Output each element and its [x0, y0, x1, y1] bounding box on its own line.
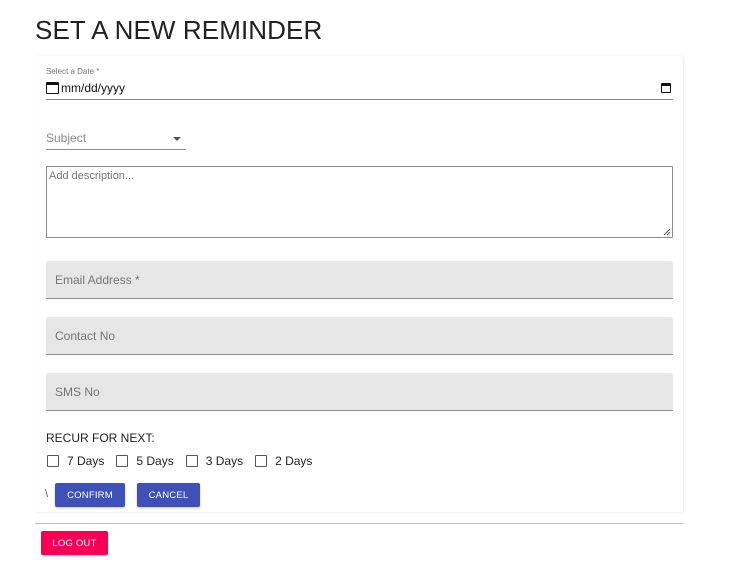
logout-button[interactable]: LOG OUT: [41, 531, 108, 555]
page-title: SET A NEW REMINDER: [35, 15, 323, 45]
dropdown-caret-icon: [173, 137, 181, 141]
checkbox-2-days[interactable]: [255, 455, 268, 467]
sms-field[interactable]: SMS No: [46, 373, 673, 411]
checkbox-label: 5 Days: [136, 454, 174, 468]
recur-options: 7 Days 5 Days 3 Days 2 Days: [47, 454, 324, 468]
recur-label: RECUR FOR NEXT:: [46, 431, 155, 445]
email-field[interactable]: Email Address *: [46, 261, 673, 299]
contact-field[interactable]: Contact No: [46, 317, 673, 355]
recur-option-3-days[interactable]: 3 Days: [185, 454, 244, 468]
subject-label: Subject: [46, 131, 87, 145]
confirm-button[interactable]: CONFIRM: [55, 483, 125, 507]
subject-select[interactable]: Subject: [46, 128, 186, 150]
email-label: Email Address *: [55, 273, 140, 287]
date-input[interactable]: mm/dd/yyyy: [46, 80, 125, 96]
checkbox-5-days[interactable]: [116, 455, 129, 467]
checkbox-3-days[interactable]: [185, 455, 198, 467]
calendar-icon: [46, 82, 59, 94]
stray-text: \: [45, 488, 49, 500]
contact-label: Contact No: [55, 329, 116, 343]
calendar-picker-icon[interactable]: [661, 83, 671, 93]
date-field[interactable]: Select a Date * mm/dd/yyyy: [46, 64, 673, 100]
resize-grip-icon[interactable]: [662, 227, 671, 236]
recur-option-7-days[interactable]: 7 Days: [47, 454, 104, 468]
date-label: Select a Date *: [46, 67, 100, 76]
cancel-button[interactable]: CANCEL: [137, 483, 200, 507]
recur-option-2-days[interactable]: 2 Days: [255, 454, 312, 468]
checkbox-label: 7 Days: [67, 454, 105, 468]
checkbox-7-days[interactable]: [47, 455, 59, 467]
recur-option-5-days[interactable]: 5 Days: [116, 454, 174, 468]
divider: [35, 523, 683, 524]
checkbox-label: 3 Days: [205, 454, 244, 468]
checkbox-label: 2 Days: [275, 454, 313, 468]
date-placeholder: mm/dd/yyyy: [61, 81, 126, 95]
description-textarea[interactable]: [46, 166, 673, 238]
sms-label: SMS No: [55, 385, 100, 399]
